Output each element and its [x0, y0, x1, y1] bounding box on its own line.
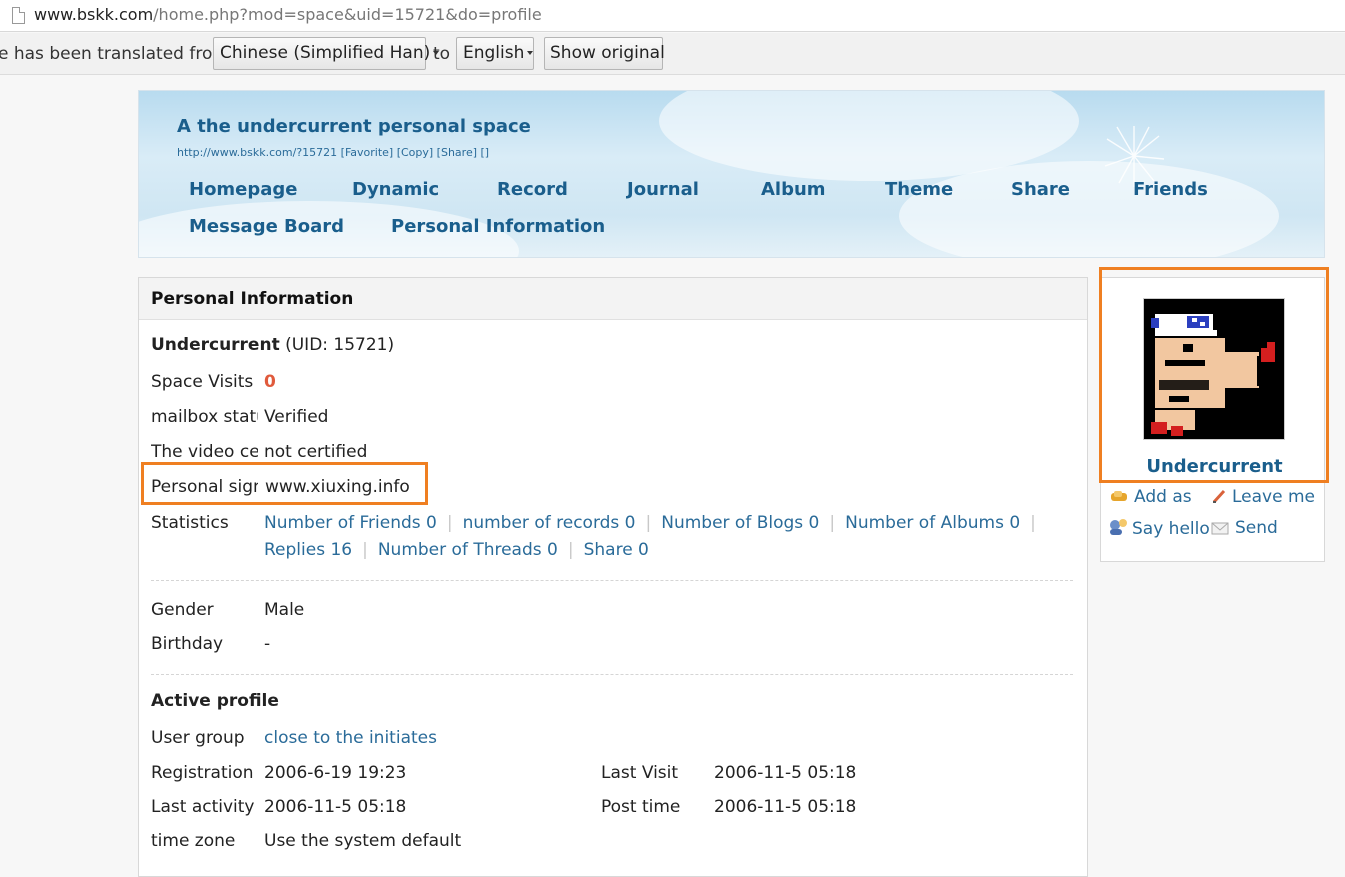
divider — [151, 674, 1073, 675]
mailbox-label: mailbox status — [151, 407, 258, 427]
url-host: www.bskk.com — [34, 5, 154, 24]
say-hello-label: Say hello — [1132, 519, 1210, 539]
username-row: Undercurrent (UID: 15721) — [151, 335, 394, 355]
user-group-value[interactable]: close to the initiates — [264, 728, 437, 748]
last-visit-value: 2006-11-5 05:18 — [714, 763, 857, 783]
video-label: The video certification — [151, 442, 258, 462]
translate-bar: e has been translated from Chinese (Simp… — [0, 33, 1345, 75]
registration-value: 2006-6-19 19:23 — [264, 763, 407, 783]
show-original-label: Show original — [550, 43, 665, 63]
to-language-value: English — [463, 43, 525, 63]
user-card-highlight — [1099, 267, 1329, 483]
leave-message-link[interactable]: Leave me — [1212, 487, 1315, 507]
birthday-value: - — [264, 634, 271, 654]
stat-share[interactable]: Share 0 — [584, 540, 649, 560]
nav-journal[interactable]: Journal — [627, 179, 699, 200]
leave-message-label: Leave me — [1232, 487, 1315, 507]
stat-friends[interactable]: Number of Friends 0 — [264, 513, 437, 533]
address-bar[interactable]: www.bskk.com/home.php?mod=space&uid=1572… — [0, 0, 1345, 32]
stat-replies[interactable]: Replies 16 — [264, 540, 352, 560]
gender-value: Male — [264, 600, 305, 620]
nav-homepage[interactable]: Homepage — [189, 179, 298, 200]
chevron-down-icon — [527, 51, 534, 55]
nav-album[interactable]: Album — [761, 179, 826, 200]
last-visit-label: Last Visit — [601, 763, 679, 783]
stat-blogs[interactable]: Number of Blogs 0 — [661, 513, 819, 533]
page-icon — [12, 7, 25, 24]
url-path: /home.php?mod=space&uid=15721&do=profile — [153, 5, 542, 24]
space-visits-label: Space Visits — [151, 372, 254, 392]
timezone-value: Use the system default — [264, 831, 462, 851]
signature-highlight — [141, 462, 428, 505]
nav-dynamic[interactable]: Dynamic — [352, 179, 439, 200]
divider — [151, 580, 1073, 581]
active-profile-title: Active profile — [151, 691, 279, 711]
say-hello-link[interactable]: Say hello — [1108, 518, 1210, 539]
last-activity-label: Last activity time — [151, 797, 258, 817]
statistics-label: Statistics — [151, 513, 229, 533]
nav-message-board[interactable]: Message Board — [189, 216, 344, 237]
sidebar-username[interactable]: Undercurrent — [1100, 456, 1329, 477]
space-sublinks[interactable]: http://www.bskk.com/?15721 [Favorite] [C… — [177, 146, 489, 159]
space-header-banner: A the undercurrent personal space http:/… — [138, 90, 1325, 258]
add-friend-link[interactable]: Add as — [1110, 487, 1192, 507]
cloud-decoration — [899, 161, 1279, 257]
username: Undercurrent — [151, 335, 280, 355]
stat-threads[interactable]: Number of Threads 0 — [378, 540, 558, 560]
birthday-label: Birthday — [151, 634, 224, 654]
translate-prefix: e has been translated from — [0, 44, 229, 64]
nav-friends[interactable]: Friends — [1133, 179, 1208, 200]
user-chat-icon — [1108, 518, 1127, 535]
envelope-icon — [1211, 520, 1229, 536]
nav-share[interactable]: Share — [1011, 179, 1070, 200]
stat-records[interactable]: number of records 0 — [463, 513, 636, 533]
stat-albums[interactable]: Number of Albums 0 — [845, 513, 1020, 533]
space-visits-value: 0 — [264, 372, 276, 392]
user-group-label: User group — [151, 728, 245, 748]
pencil-icon — [1212, 488, 1226, 504]
gender-label: Gender — [151, 600, 214, 620]
section-title: Personal Information — [139, 278, 1087, 320]
show-original-button[interactable]: Show original — [544, 37, 665, 70]
from-language-value: Chinese (Simplified Han) — [220, 43, 431, 63]
nav-personal-information[interactable]: Personal Information — [391, 216, 605, 237]
space-title[interactable]: A the undercurrent personal space — [177, 116, 531, 137]
post-time-label: Post time — [601, 797, 681, 817]
registration-label: Registration time — [151, 763, 258, 783]
translate-to-label: to — [433, 44, 451, 64]
to-language-select[interactable]: English — [456, 37, 534, 70]
last-activity-value: 2006-11-5 05:18 — [264, 797, 407, 817]
profile-panel: Personal Information Undercurrent (UID: … — [138, 277, 1088, 877]
nav-record[interactable]: Record — [497, 179, 568, 200]
send-message-link[interactable]: Send — [1211, 518, 1278, 538]
add-friend-label: Add as — [1134, 487, 1192, 507]
statistics-line-2: Replies 16 | Number of Threads 0 | Share 0 — [264, 540, 649, 560]
video-value: not certified — [264, 442, 368, 462]
timezone-label: time zone — [151, 831, 236, 851]
statistics-line-1: Number of Friends 0 | number of records 0 |… — [264, 513, 1036, 533]
uid-text: (UID: 15721) — [285, 335, 395, 355]
nav-theme[interactable]: Theme — [885, 179, 953, 200]
post-time-value: 2006-11-5 05:18 — [714, 797, 857, 817]
url-text[interactable]: www.bskk.com/home.php?mod=space&uid=1572… — [34, 5, 542, 24]
mailbox-value: Verified — [264, 407, 329, 427]
send-message-label: Send — [1235, 518, 1278, 538]
from-language-select[interactable]: Chinese (Simplified Han) — [213, 37, 440, 70]
handshake-icon — [1110, 488, 1128, 504]
